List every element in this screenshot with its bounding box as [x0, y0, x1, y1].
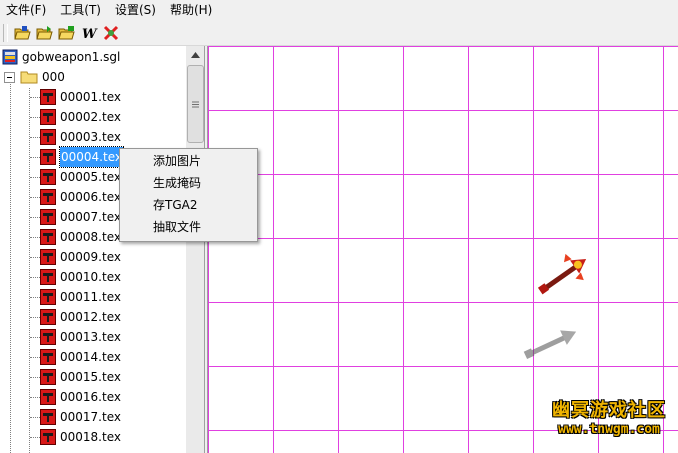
tree-file-label: 00005.tex: [60, 170, 121, 184]
scroll-up-button[interactable]: [186, 46, 204, 63]
tree-file-label: 00012.tex: [60, 310, 121, 324]
file-tree: gobweapon1.sgl 000 00001.tex 00002.tex 000…: [0, 46, 186, 453]
weapon-sprite: [523, 253, 587, 359]
toolbar-grip[interactable]: [3, 24, 8, 42]
file-tree-panel: gobweapon1.sgl 000 00001.tex 00002.tex 000…: [0, 46, 205, 453]
texture-file-icon: [40, 209, 56, 225]
menu-file[interactable]: 文件(F): [0, 0, 53, 20]
tree-file-node[interactable]: 00001.tex: [0, 87, 186, 107]
tree-file-label: 00015.tex: [60, 370, 121, 384]
tree-file-node[interactable]: 00016.tex: [0, 387, 186, 407]
tree-file-label: 00001.tex: [60, 90, 121, 104]
texture-file-icon: [40, 389, 56, 405]
tree-file-label: 00009.tex: [60, 250, 121, 264]
toolbar: W: [0, 21, 678, 46]
texture-file-icon: [40, 189, 56, 205]
texture-file-icon: [40, 289, 56, 305]
folder-icon: [20, 69, 38, 85]
archive-icon: [2, 49, 18, 65]
tree-file-label: 00006.tex: [60, 190, 121, 204]
tree-file-node[interactable]: 00003.tex: [0, 127, 186, 147]
watermark: 幽冥游戏社区 www.tnwgm.com: [544, 396, 674, 442]
texture-file-icon: [40, 109, 56, 125]
tree-file-label: 00011.tex: [60, 290, 121, 304]
tree-scrollbar[interactable]: [186, 46, 204, 453]
tree-file-node[interactable]: 00002.tex: [0, 107, 186, 127]
tree-file-node[interactable]: 00012.tex: [0, 307, 186, 327]
context-menu-extract-file[interactable]: 抽取文件: [153, 216, 201, 238]
menu-tools[interactable]: 工具(T): [53, 0, 108, 20]
context-menu: 添加图片 生成掩码 存TGA2 抽取文件: [119, 148, 258, 242]
grip-icon: [192, 101, 199, 107]
context-menu-save-tga2[interactable]: 存TGA2: [153, 194, 197, 216]
tree-file-label: 00018.tex: [60, 430, 121, 444]
texture-file-icon: [40, 169, 56, 185]
texture-file-icon: [40, 369, 56, 385]
watermark-title: 幽冥游戏社区: [552, 400, 666, 421]
watermark-url: www.tnwgm.com: [558, 422, 660, 437]
tree-file-node[interactable]: 00015.tex: [0, 367, 186, 387]
texture-file-icon: [40, 429, 56, 445]
texture-file-icon: [40, 329, 56, 345]
texture-file-icon: [40, 149, 56, 165]
tree-file-label: 00007.tex: [60, 210, 121, 224]
preview-canvas[interactable]: 幽冥游戏社区 www.tnwgm.com: [207, 46, 678, 453]
texture-file-icon: [40, 229, 56, 245]
menu-settings[interactable]: 设置(S): [108, 0, 163, 20]
texture-file-icon: [40, 309, 56, 325]
tree-folder-label: 000: [42, 70, 65, 84]
menu-help[interactable]: 帮助(H): [163, 0, 219, 20]
texture-file-icon: [40, 349, 56, 365]
tree-file-label: 00016.tex: [60, 390, 121, 404]
tree-file-label: 00003.tex: [60, 130, 121, 144]
open-folder-icon[interactable]: [36, 24, 54, 42]
tree-file-label: 00010.tex: [60, 270, 121, 284]
texture-file-icon: [40, 409, 56, 425]
tree-file-label-selected: 00004.tex: [59, 146, 124, 168]
tree-file-label: 00013.tex: [60, 330, 121, 344]
svg-text:W: W: [82, 27, 98, 41]
save-folder-icon[interactable]: [58, 24, 76, 42]
w-icon[interactable]: W: [80, 24, 98, 42]
texture-file-icon: [40, 249, 56, 265]
tree-file-node[interactable]: 00017.tex: [0, 407, 186, 427]
tree-file-label: 00014.tex: [60, 350, 121, 364]
tree-file-node[interactable]: 00018.tex: [0, 427, 186, 447]
tree-file-label: 00008.tex: [60, 230, 121, 244]
open-icon[interactable]: [14, 24, 32, 42]
texture-file-icon: [40, 89, 56, 105]
tree-file-node[interactable]: 00009.tex: [0, 247, 186, 267]
scrollbar-thumb[interactable]: [187, 65, 204, 143]
tree-file-node[interactable]: 00011.tex: [0, 287, 186, 307]
texture-file-icon: [40, 129, 56, 145]
tree-file-label: 00017.tex: [60, 410, 121, 424]
tree-file-node[interactable]: 00013.tex: [0, 327, 186, 347]
context-menu-generate-mask[interactable]: 生成掩码: [153, 172, 201, 194]
arrow-up-icon: [190, 51, 200, 58]
context-menu-add-image[interactable]: 添加图片: [153, 150, 201, 172]
tree-file-node[interactable]: 00010.tex: [0, 267, 186, 287]
tree-file-node[interactable]: 00014.tex: [0, 347, 186, 367]
tree-file-label: 00002.tex: [60, 110, 121, 124]
texture-file-icon: [40, 269, 56, 285]
stop-icon[interactable]: [102, 24, 120, 42]
menu-bar: 文件(F) 工具(T) 设置(S) 帮助(H): [0, 0, 678, 20]
collapse-icon[interactable]: [4, 72, 15, 83]
tree-root-label: gobweapon1.sgl: [22, 50, 121, 64]
